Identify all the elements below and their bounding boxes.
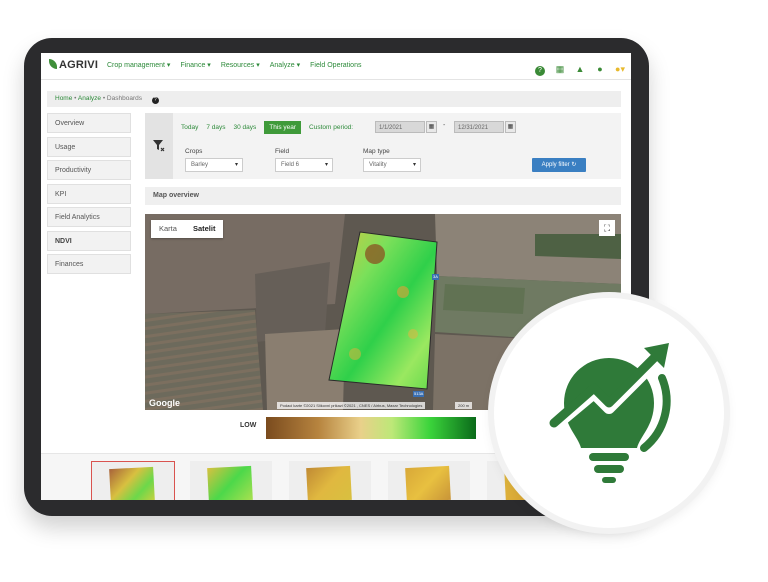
field-label: Field bbox=[275, 148, 290, 155]
help-icon[interactable]: ? bbox=[535, 66, 545, 76]
calendar-icon[interactable]: ▦ bbox=[555, 64, 565, 74]
sidebar-item-ndvi[interactable]: NDVI bbox=[47, 230, 131, 251]
period-today[interactable]: Today bbox=[181, 124, 198, 131]
ndvi-legend-gradient bbox=[266, 417, 476, 439]
date-from-input[interactable]: 1/1/2021 bbox=[375, 121, 425, 133]
breadcrumb-dashboards: Dashboards bbox=[106, 95, 142, 102]
filter-clear-icon[interactable] bbox=[145, 113, 173, 179]
sidebar-item-overview[interactable]: Overview bbox=[47, 113, 131, 133]
map-scale: 200 m bbox=[455, 402, 473, 409]
insight-badge bbox=[494, 298, 724, 528]
ndvi-thumbnail[interactable] bbox=[289, 461, 371, 500]
crops-label: Crops bbox=[185, 148, 203, 155]
menu-finance[interactable]: Finance ▾ bbox=[180, 62, 210, 69]
sidebar-item-kpi[interactable]: KPI bbox=[47, 183, 131, 204]
breadcrumb-home[interactable]: Home bbox=[55, 95, 72, 102]
ndvi-thumbnail[interactable] bbox=[388, 461, 470, 500]
sidebar-item-finances[interactable]: Finances bbox=[47, 254, 131, 274]
calendar-icon[interactable]: ▦ bbox=[505, 121, 516, 133]
sidebar-item-field-analytics[interactable]: Field Analytics bbox=[47, 207, 131, 227]
map-overview-header: Map overview bbox=[145, 187, 621, 205]
map-type-label: Map type bbox=[363, 148, 390, 155]
field-select[interactable]: Field 6 bbox=[275, 158, 333, 172]
road-label: 3A bbox=[432, 274, 439, 280]
chat-icon[interactable]: ● bbox=[595, 64, 605, 74]
menu-field-operations[interactable]: Field Operations bbox=[310, 62, 361, 69]
sidebar: Overview Usage Productivity KPI Field An… bbox=[47, 113, 131, 278]
main-menu: Crop management ▾ Finance ▾ Resources ▾ Ana… bbox=[107, 61, 371, 69]
agrivi-logo[interactable]: AGRIVI bbox=[49, 59, 98, 71]
filter-panel: Today 7 days 30 days This year Custom period… bbox=[145, 113, 621, 179]
ndvi-thumbnail[interactable] bbox=[91, 461, 175, 500]
breadcrumb: Home • Analyze • Dashboards ? bbox=[47, 91, 621, 107]
map-type-toggle: Karta Satelit bbox=[151, 220, 224, 238]
google-logo: Google bbox=[149, 398, 180, 408]
date-to-input[interactable]: 12/31/2021 bbox=[454, 121, 504, 133]
period-30-days[interactable]: 30 days bbox=[234, 124, 257, 131]
menu-resources[interactable]: Resources ▾ bbox=[221, 62, 260, 69]
breadcrumb-analyze[interactable]: Analyze bbox=[78, 95, 101, 102]
apply-filter-button[interactable]: Apply filter ↻ bbox=[532, 158, 586, 172]
fullscreen-icon[interactable]: ⛶ bbox=[599, 220, 615, 236]
period-7-days[interactable]: 7 days bbox=[206, 124, 225, 131]
ndvi-thumbnail[interactable] bbox=[190, 461, 272, 500]
calendar-icon[interactable]: ▦ bbox=[426, 121, 437, 133]
toggle-satelit[interactable]: Satelit bbox=[185, 220, 224, 238]
user-avatar[interactable]: ●▾ bbox=[615, 64, 625, 74]
top-navbar: AGRIVI Crop management ▾ Finance ▾ Resourc… bbox=[41, 53, 631, 80]
period-custom-label: Custom period: bbox=[309, 124, 354, 131]
logo-text: AGRIVI bbox=[59, 59, 99, 71]
help-icon[interactable]: ? bbox=[151, 97, 159, 104]
bell-icon[interactable]: ▲ bbox=[575, 64, 585, 74]
lightbulb-growth-icon bbox=[549, 343, 671, 483]
crops-select[interactable]: Barley bbox=[185, 158, 243, 172]
period-options: Today 7 days 30 days This year Custom period… bbox=[181, 121, 361, 134]
menu-analyze[interactable]: Analyze ▾ bbox=[270, 62, 300, 69]
toggle-karta[interactable]: Karta bbox=[151, 220, 185, 238]
road-label: 513A bbox=[413, 391, 425, 397]
menu-crop-management[interactable]: Crop management ▾ bbox=[107, 62, 170, 69]
sidebar-item-usage[interactable]: Usage bbox=[47, 136, 131, 157]
breadcrumb-sep: • bbox=[74, 95, 77, 102]
map-type-select[interactable]: Vitality bbox=[363, 158, 421, 172]
map-attribution: Podaci karte ©2021 Slikovni prikazi ©202… bbox=[277, 402, 426, 409]
legend-low-label: LOW bbox=[240, 422, 257, 429]
navbar-icons: ? ▦ ▲ ● ●▾ bbox=[525, 59, 625, 77]
period-this-year[interactable]: This year bbox=[264, 121, 302, 134]
date-separator: - bbox=[443, 122, 446, 129]
leaf-icon bbox=[49, 59, 57, 69]
sidebar-item-productivity[interactable]: Productivity bbox=[47, 160, 131, 180]
breadcrumb-sep: • bbox=[102, 95, 106, 102]
